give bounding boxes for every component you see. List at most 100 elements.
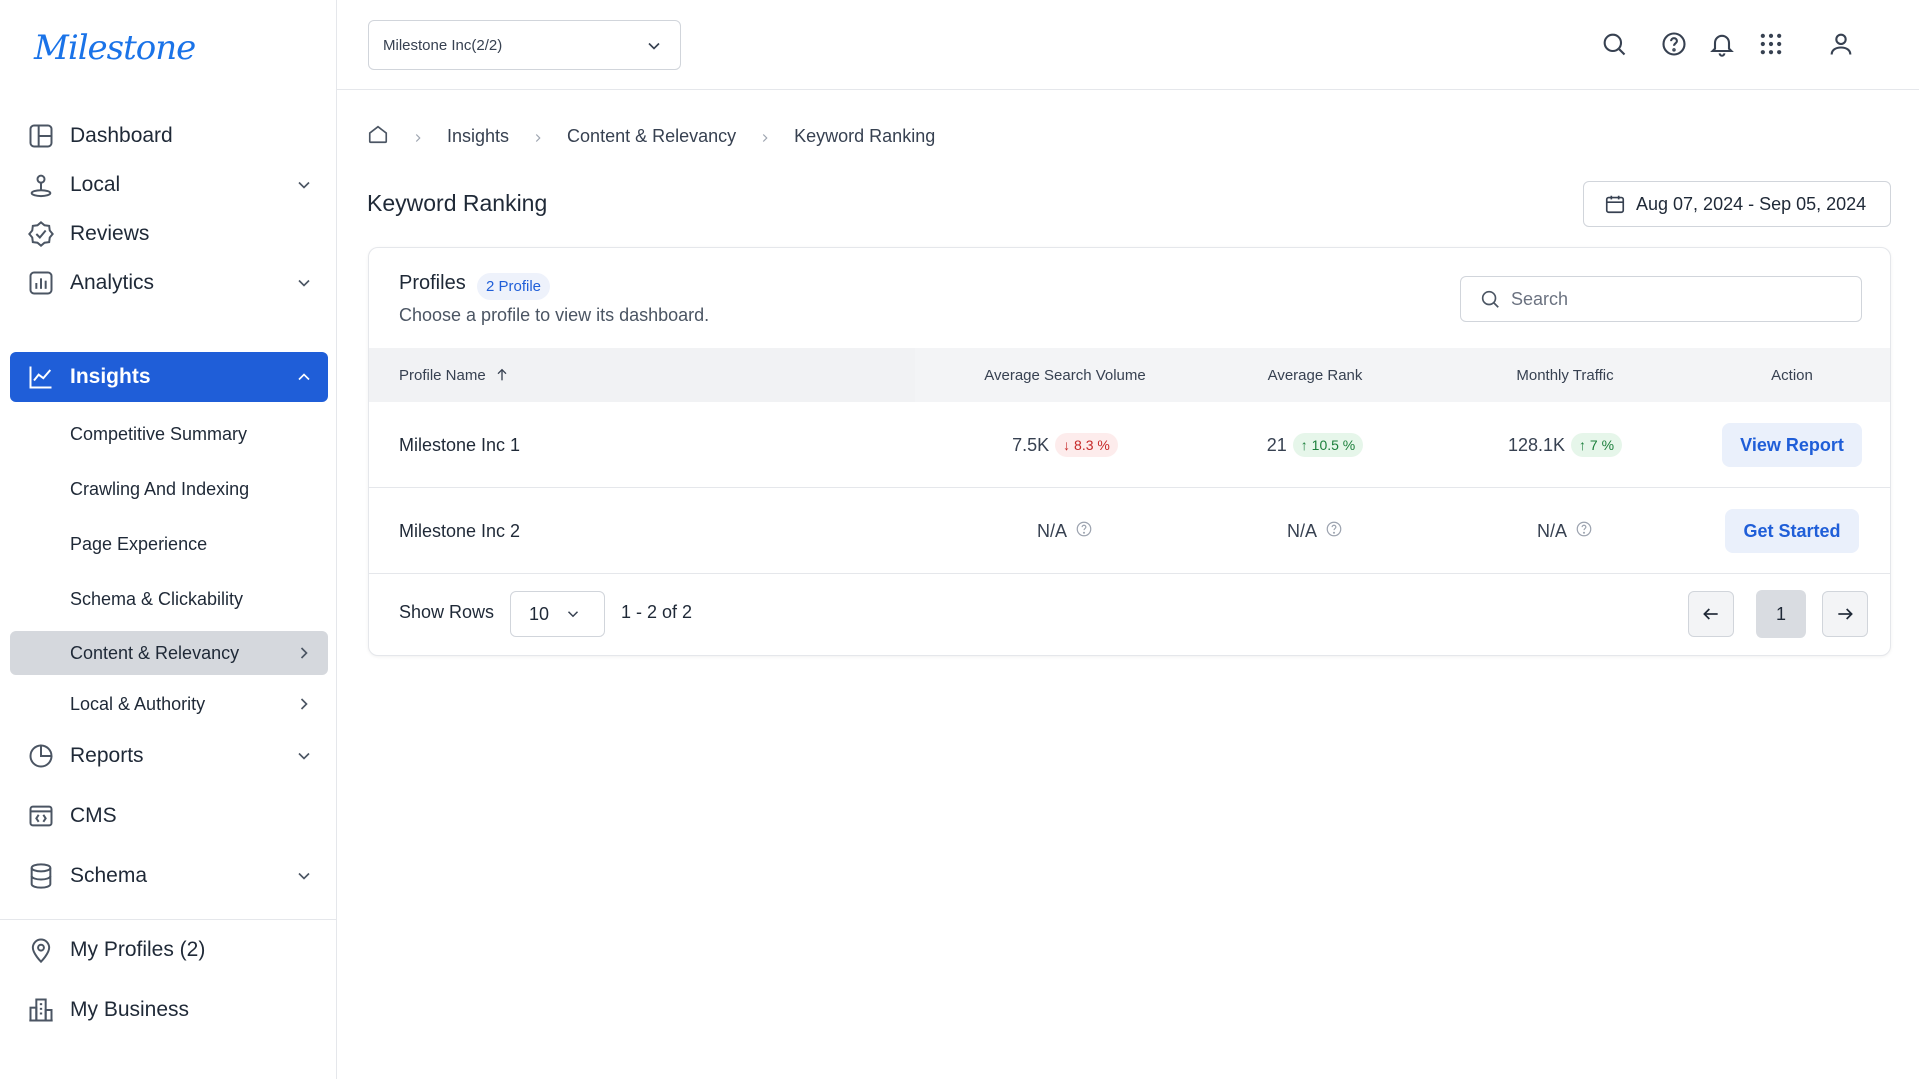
table-row: Milestone Inc 2 N/A N/A N/A Get Started [369,488,1890,574]
sidebar-item-label: Local [70,173,121,196]
bell-icon[interactable] [1708,30,1736,58]
metric-value: 21 [1266,434,1287,455]
top-bar: Milestone Inc(2/2) [337,0,1919,90]
avg-rank-cell: 21 ↑ 10.5 % [1215,402,1415,488]
column-header-profile-name[interactable]: Profile Name [399,348,699,402]
column-header-monthly-traffic: Monthly Traffic [1516,366,1614,384]
apps-grid-icon[interactable] [1757,30,1785,58]
sidebar-item-dashboard[interactable]: Dashboard [10,111,328,161]
page-number-current[interactable]: 1 [1756,590,1806,638]
calendar-icon [1604,193,1626,215]
database-icon [26,861,56,891]
get-started-button[interactable]: Get Started [1725,509,1859,553]
location-icon [26,935,56,965]
date-range-value: Aug 07, 2024 - Sep 05, 2024 [1636,193,1867,214]
sidebar-item-cms[interactable]: CMS [10,791,328,841]
previous-page-button[interactable] [1688,591,1734,637]
profile-name: Milestone Inc 1 [399,434,521,455]
milestone-logo[interactable]: Milestone [34,28,196,68]
delta-badge-up: ↑ 7 % [1571,433,1623,457]
sidebar-item-label: Analytics [70,271,155,294]
table-row: Milestone Inc 1 7.5K ↓ 8.3 % 21 ↑ 10.5 %… [369,402,1890,488]
date-range-picker[interactable]: Aug 07, 2024 - Sep 05, 2024 [1583,181,1891,227]
pie-chart-icon [26,741,56,771]
help-icon[interactable] [1660,30,1688,58]
arrow-left-icon [1703,608,1718,620]
chevron-up-icon [294,367,314,387]
chevron-right-icon [531,129,545,143]
breadcrumb-content-relevancy[interactable]: Content & Relevancy [567,126,736,147]
delta-value: 10.5 % [1311,437,1356,453]
delta-badge-up: ↑ 10.5 % [1292,433,1364,457]
sidebar-item-schema[interactable]: Schema [10,851,328,901]
avg-search-volume-cell: 7.5K ↓ 8.3 % [915,402,1215,488]
bar-chart-icon [26,268,56,298]
pagination-range: 1 - 2 of 2 [621,602,693,622]
help-icon[interactable] [1067,520,1093,543]
chevron-down-icon [564,605,582,623]
table-footer: Show Rows 10 1 - 2 of 2 1 [369,574,1890,655]
monthly-traffic-cell: 128.1K ↑ 7 % [1415,402,1715,488]
breadcrumb: Insights Content & Relevancy Keyword Ran… [367,122,935,150]
sidebar: Milestone Dashboard Local Reviews Analyt… [0,0,337,1079]
sidebar-item-label: My Business [70,998,190,1021]
arrow-right-icon [1838,608,1853,620]
code-window-icon [26,801,56,831]
breadcrumb-insights[interactable]: Insights [447,126,509,147]
breadcrumb-keyword-ranking: Keyword Ranking [794,125,936,146]
chevron-down-icon [294,273,314,293]
search-icon[interactable] [1600,30,1628,58]
line-chart-icon [26,362,56,392]
sidebar-item-local[interactable]: Local [10,160,328,210]
app-root: Milestone Dashboard Local Reviews Analyt… [0,0,1919,1079]
show-rows-label: Show Rows [399,602,495,622]
sidebar-item-my-profiles[interactable]: My Profiles (2) [10,925,328,975]
sidebar-item-analytics[interactable]: Analytics [10,258,328,308]
delta-value: 8.3 % [1074,437,1110,453]
sidebar-item-reviews[interactable]: Reviews [10,209,328,259]
sidebar-item-insights[interactable]: Insights [10,352,328,402]
sidebar-subitem-page-experience[interactable]: Page Experience [10,522,328,566]
sidebar-subitem-content-relevancy[interactable]: Content & Relevancy [10,631,328,675]
sidebar-item-my-business[interactable]: My Business [10,985,328,1035]
organization-select-value: Milestone Inc(2/2) [383,36,503,54]
sidebar-item-label: Insights [70,365,151,388]
column-header-action: Action [1771,366,1813,384]
sidebar-subitem-label: Content & Relevancy [70,642,240,663]
chevron-down-icon [644,36,664,56]
chevron-right-icon [758,129,772,143]
rows-per-page-select[interactable]: 10 [510,591,605,637]
sidebar-subitem-schema-clickability[interactable]: Schema & Clickability [10,577,328,621]
metric-value: 128.1K [1507,434,1566,455]
sidebar-subitem-label: Local & Authority [70,693,206,714]
view-report-button[interactable]: View Report [1722,423,1862,467]
dashboard-icon [26,121,56,151]
sidebar-item-label: Reports [70,744,144,767]
metric-value: 7.5K [1012,434,1050,455]
home-icon[interactable] [367,123,389,150]
next-page-button[interactable] [1822,591,1868,637]
chevron-down-icon [294,866,314,886]
profile-search[interactable] [1460,276,1862,322]
chevron-down-icon [294,746,314,766]
organization-select[interactable]: Milestone Inc(2/2) [368,20,681,70]
sidebar-item-label: CMS [70,804,117,827]
sidebar-item-label: Dashboard [70,124,173,147]
profiles-card: Profiles 2 Profile Choose a profile to v… [368,247,1891,656]
profiles-subtitle: Choose a profile to view its dashboard. [399,305,710,325]
sidebar-subitem-local-authority[interactable]: Local & Authority [10,682,328,726]
sidebar-item-reports[interactable]: Reports [10,731,328,781]
user-icon[interactable] [1827,30,1855,58]
search-input[interactable] [1511,288,1851,310]
sort-ascending-icon [497,368,507,381]
help-icon[interactable] [1567,520,1593,543]
column-header-avg-search-volume: Average Search Volume [984,366,1146,384]
sidebar-item-label: Reviews [70,222,150,245]
help-icon[interactable] [1317,520,1343,543]
delta-badge-down: ↓ 8.3 % [1055,433,1118,457]
page-title: Keyword Ranking [367,190,548,216]
column-header-avg-rank: Average Rank [1267,366,1363,384]
sidebar-subitem-competitive-summary[interactable]: Competitive Summary [10,412,328,456]
profile-name: Milestone Inc 2 [399,520,521,541]
sidebar-subitem-crawling-indexing[interactable]: Crawling And Indexing [10,467,328,511]
